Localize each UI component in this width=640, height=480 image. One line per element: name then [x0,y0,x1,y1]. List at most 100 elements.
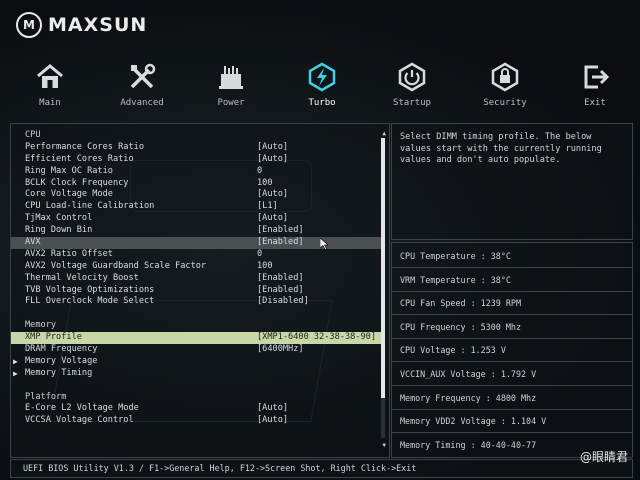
setting-label: CPU [25,130,41,140]
monitor-divider [392,408,632,410]
setting-value[interactable]: [Enabled] [257,285,304,297]
setting-value[interactable]: [Auto] [257,189,288,201]
setting-label: TVB Voltage Optimizations [25,284,155,295]
tab-power[interactable]: Power [201,62,261,108]
monitor-divider [392,314,632,316]
setting-label: XMP Profile [25,332,82,343]
monitor-reading: VCCIN_AUX Voltage : 1.792 V [400,369,537,379]
tab-exit[interactable]: Exit [565,62,625,108]
setting-value[interactable]: 0 [257,249,262,261]
section-header-platform: Platform [25,392,383,404]
setting-value[interactable]: [L1] [257,201,278,213]
setting-label: AVX [25,237,41,248]
brand-name: MAXSUN [48,14,148,36]
monitor-divider [392,337,632,339]
setting-row-memory-timing[interactable]: ▶ Memory Timing [13,367,383,380]
tools-icon [130,63,156,89]
exit-icon [584,65,610,89]
setting-label: BCLK Clock Frequency [25,177,129,188]
scroll-up-icon[interactable]: ▲ [382,130,386,137]
setting-label: TjMax Control [25,213,93,224]
tab-power-label: Power [217,98,245,108]
setting-label: E-Core L2 Voltage Mode [25,403,139,414]
setting-value[interactable]: [Auto] [257,142,288,154]
setting-row-efficient-cores-ratio[interactable]: Efficient Cores Ratio [Auto] [25,154,383,166]
setting-row-tvb-voltage-optimizations[interactable]: TVB Voltage Optimizations [Enabled] [25,285,383,297]
setting-value[interactable]: [Auto] [257,415,288,427]
setting-row-dram-frequency[interactable]: DRAM Frequency [6400MHz] [25,344,383,356]
setting-value[interactable]: [Auto] [257,403,288,415]
setting-row-fll-overclock-mode-select[interactable]: FLL Overclock Mode Select [Disabled] [25,296,383,308]
settings-panel: CPU Performance Cores Ratio [Auto] Efficien… [10,123,390,458]
setting-row-e-core-l2-voltage-mode[interactable]: E-Core L2 Voltage Mode [Auto] [25,403,383,415]
monitor-reading: CPU Temperature : 38°C [400,251,511,261]
setting-value[interactable]: 0 [257,166,262,178]
setting-value[interactable]: [Auto] [257,213,288,225]
setting-row-avx2-ratio-offset[interactable]: AVX2 Ratio Offset 0 [25,249,383,261]
setting-value[interactable]: 100 [257,261,273,273]
setting-value[interactable]: [Enabled] [257,225,304,237]
tab-advanced[interactable]: Advanced [112,62,172,108]
setting-value[interactable]: [Disabled] [257,296,309,308]
setting-label: VCCSA Voltage Control [25,415,134,426]
scrollbar-thumb[interactable] [381,138,385,398]
setting-row-thermal-velocity-boost[interactable]: Thermal Velocity Boost [Enabled] [25,273,383,285]
section-header-memory: Memory [25,320,383,332]
setting-value[interactable]: [Enabled] [257,273,304,285]
setting-value[interactable]: [XMP1-6400 32-38-38-90] [257,332,376,344]
setting-row-cpu-load-line-calibration[interactable]: CPU Load-line Calibration [L1] [25,201,383,213]
scroll-down-icon[interactable]: ▼ [382,442,386,449]
setting-label: Memory Timing [25,367,93,378]
monitor-reading: CPU Frequency : 5300 Mhz [400,321,522,332]
setting-row-vccsa-voltage-control[interactable]: VCCSA Voltage Control [Auto] [25,415,383,427]
lightning-icon [308,62,336,92]
setting-label: CPU Load-line Calibration [25,201,155,212]
setting-row-ring-max-oc-ratio[interactable]: Ring Max OC Ratio 0 [25,166,383,178]
scrollbar[interactable] [381,138,385,438]
setting-row-performance-cores-ratio[interactable]: Performance Cores Ratio [Auto] [25,142,383,154]
tab-main[interactable]: Main [20,62,80,108]
monitor-reading: Memory Timing : 40-40-40-77 [400,439,537,450]
tab-exit-label: Exit [584,98,606,108]
monitor-reading: VRM Temperature : 38°C [400,274,511,285]
tab-security[interactable]: Security [475,62,535,108]
setting-label: Efficient Cores Ratio [25,153,134,164]
tab-advanced-label: Advanced [120,98,164,108]
monitor-divider [392,432,632,434]
setting-row-tjmax-control[interactable]: TjMax Control [Auto] [25,213,383,225]
help-text: Select DIMM timing profile. The below va… [400,132,602,166]
setting-value[interactable]: [6400MHz] [257,344,304,356]
settings-list: CPU Performance Cores Ratio [Auto] Efficien… [11,130,383,427]
setting-row-xmp-profile[interactable]: XMP Profile [XMP1-6400 32-38-38-90] [11,332,381,345]
monitor-reading: Memory VDD2 Voltage : 1.104 V [400,416,547,427]
submenu-arrow-icon: ▶ [13,368,18,378]
setting-row-ring-down-bin[interactable]: Ring Down Bin [Enabled] [25,225,383,237]
tab-startup[interactable]: Startup [382,62,442,108]
setting-row-memory-voltage[interactable]: ▶ Memory Voltage [13,356,383,368]
setting-value[interactable]: [Enabled] [257,237,304,249]
chip-icon [219,66,243,89]
setting-label: DRAM Frequency [25,344,98,355]
tab-turbo[interactable]: Turbo [292,62,352,108]
setting-label: Core Voltage Mode [25,189,113,200]
setting-label: Ring Down Bin [25,225,93,236]
status-bar: UEFI BIOS Utility V1.3 / F1->General Hel… [10,459,633,478]
monitor-divider [392,385,632,386]
setting-label: Platform [25,391,67,402]
setting-label: AVX2 Ratio Offset [25,248,113,259]
setting-row-avx2-voltage-guardband-scale-factor[interactable]: AVX2 Voltage Guardband Scale Factor 100 [25,261,383,273]
setting-value[interactable]: [Auto] [257,154,288,166]
tab-startup-label: Startup [393,98,431,108]
watermark: @眼睛君 [579,450,628,464]
monitor-reading: CPU Voltage : 1.253 V [400,345,506,356]
hardware-monitor-panel: CPU Temperature : 38°C VRM Temperature : … [391,242,633,458]
house-icon [37,64,63,88]
setting-value[interactable]: 100 [257,178,273,190]
setting-label: Memory [25,320,57,331]
monitor-reading: CPU Fan Speed : 1239 RPM [400,298,522,309]
section-header-cpu: CPU [25,130,383,142]
setting-row-core-voltage-mode[interactable]: Core Voltage Mode [Auto] [25,189,383,201]
setting-row-bclk-clock-frequency[interactable]: BCLK Clock Frequency 100 [25,178,383,190]
tab-security-label: Security [483,98,527,108]
